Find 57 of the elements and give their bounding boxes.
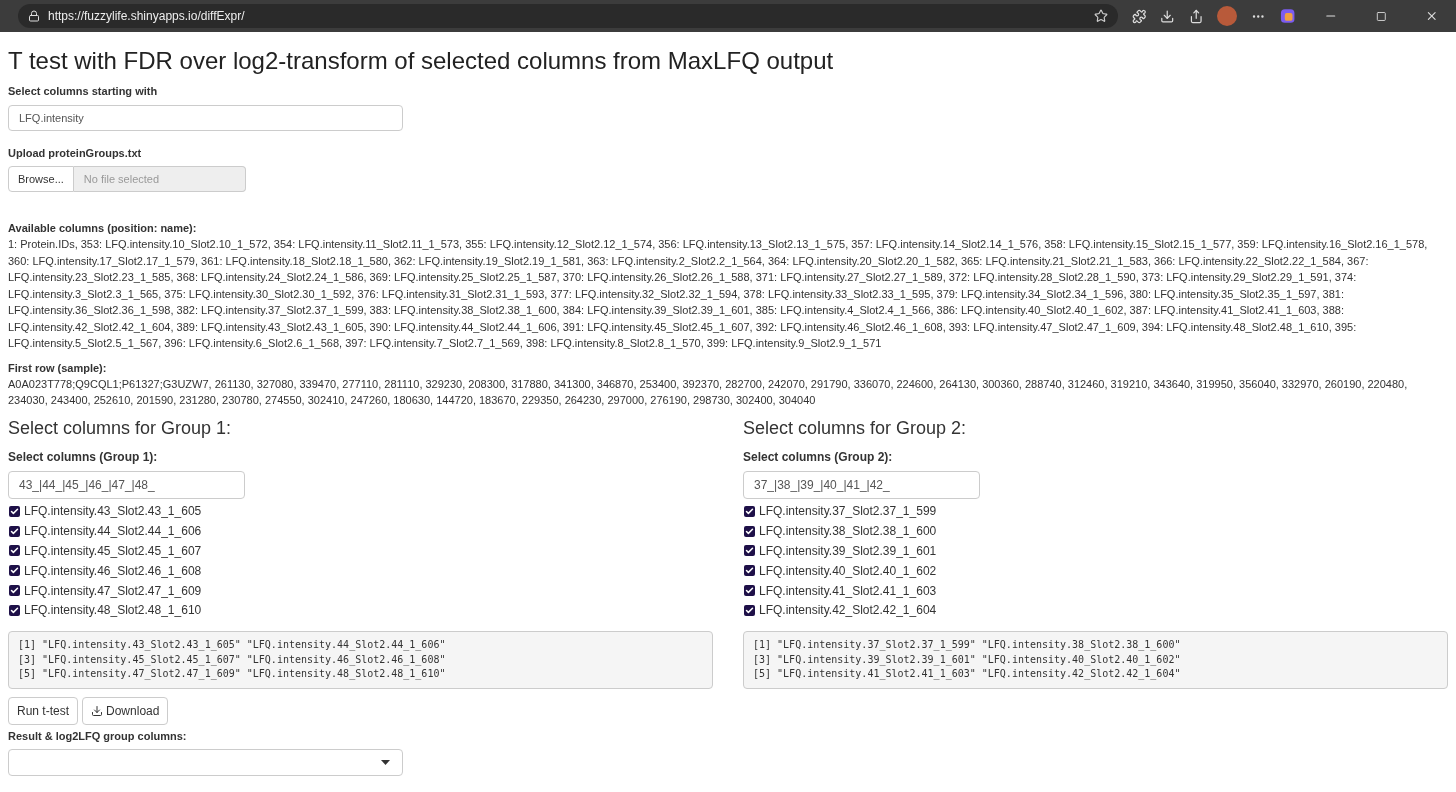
assistant-icon[interactable]	[1279, 7, 1297, 25]
checkbox-label[interactable]: LFQ.intensity.48_Slot2.48_1_610	[24, 601, 202, 620]
pattern-field[interactable]: 43_|44_|45_|46_|47_|48_	[8, 470, 245, 499]
field-label: Select columns (Group 1):	[8, 448, 159, 466]
checkbox-label[interactable]: LFQ.intensity.42_Slot2.42_1_604	[759, 601, 937, 620]
prefix-field[interactable]: LFQ.intensity	[8, 104, 403, 131]
checkbox[interactable]	[9, 585, 20, 597]
checkbox[interactable]	[744, 505, 755, 517]
checkbox[interactable]	[744, 545, 755, 557]
lock-icon	[28, 10, 40, 22]
run-button[interactable]: Run t-test	[8, 696, 79, 725]
checkbox[interactable]	[9, 545, 20, 557]
extensions-icon[interactable]	[1131, 8, 1147, 24]
first-row-text: A0A023T778;Q9CQL1;P61327;G3UZW7, 261130, 327080, 339470, 277110, 281110, 329230, 208300, 317880, 341300, 346870, 253400, 392370, 282700, 242070, 291790, 336070, 224600, 264130, 300360, 288740, 312460, 319210, 343640, 319950, 356040, 332970, 260190, 220480, 234030, 243400, 252610, 201590, 231280, 230780, 274550, 302410, 247260, 180630, 144720, 183670, 229350, 264230, 297000, 276190, 298730, 302400, 304040	[8, 376, 1409, 408]
checkbox-label[interactable]: LFQ.intensity.41_Slot2.41_1_603	[759, 581, 937, 600]
section-heading: Available columns (position: name):	[8, 221, 198, 236]
download-icon	[91, 704, 104, 717]
section-heading: First row (sample):	[8, 360, 108, 376]
checkbox-label[interactable]: LFQ.intensity.44_Slot2.44_1_606	[24, 522, 202, 541]
page-title: T test with FDR over log2-transform of selected columns from MaxLFQ output	[8, 47, 835, 75]
favorite-icon[interactable]	[1093, 9, 1108, 23]
selected-columns-output: [1] "LFQ.intensity.37_Slot2.37_1_599" "LFQ.intensity.38_Slot2.38_1_600" [3] "LFQ.intensity.39_Slot2.39_1_601" "LFQ.intensity.40_Slot2.40_1_602" [5] "LFQ.intensity.41_Slot2.41_1_603" "LFQ.intensity.42_Slot2.42_1_604"	[743, 631, 1448, 689]
checkbox-label[interactable]: LFQ.intensity.40_Slot2.40_1_602	[759, 561, 937, 580]
checkbox-label[interactable]: LFQ.intensity.38_Slot2.38_1_600	[759, 522, 937, 541]
checkbox[interactable]	[9, 525, 20, 537]
checkbox-label[interactable]: LFQ.intensity.37_Slot2.37_1_599	[759, 502, 937, 521]
caret-icon	[381, 760, 390, 766]
checkbox-label[interactable]: LFQ.intensity.47_Slot2.47_1_609	[24, 581, 202, 600]
download-icon[interactable]	[1160, 8, 1175, 24]
checkbox[interactable]	[744, 604, 755, 616]
file-name-field[interactable]: No file selected	[73, 166, 246, 192]
browse-button[interactable]: Browse...	[8, 166, 74, 192]
field-label: Result & log2LFQ group columns:	[8, 728, 188, 744]
checkbox-label[interactable]: LFQ.intensity.43_Slot2.43_1_605	[24, 502, 202, 521]
available-columns-text: 1: Protein.IDs, 353: LFQ.intensity.10_Slot2.10_1_572, 354: LFQ.intensity.11_Slot2.11_1_573, 355: LFQ.intensity.12_Slot2.12_1_574, 356: LFQ.intensity.13_Slot2.13_1_575, 357: LFQ.intensity.14_Slot2.14_1_576, 358: LFQ.intensity.15_Slot2.15_1_577, 359: LFQ.intensity.16_Slot2.16_1_578, 360: LFQ.intensity.17_Slot2.17_1_579, 361: LFQ.intensity.18_Slot2.18_1_580, 362: LFQ.intensity.19_Slot2.19_1_581, 363: LFQ.intensity.2_Slot2.2_1_564, 364: LFQ.intensity.20_Slot2.20_1_582, 365: LFQ.intensity.21_Slot2.21_1_583, 366: LFQ.intensity.22_Slot2.22_1_584, 367: LFQ.intensity.23_Slot2.23_1_585, 368: LFQ.intensity.24_Slot2.24_1_586, 369: LFQ.intensity.25_Slot2.25_1_587, 370: LFQ.intensity.26_Slot2.26_1_588, 371: LFQ.intensity.27_Slot2.27_1_589, 372: LFQ.intensity.28_Slot2.28_1_590, 373: LFQ.intensity.29_Slot2.29_1_591, 374: LFQ.intensity.3_Slot2.3_1_565, 375: LFQ.intensity.30_Slot2.30_1_592, 376: LFQ.intensity.31_Slot2.31_1_593, 377: LFQ.intensity.32_Slot2.32_1_594, 378: LFQ.intensity.33_Slot2.33_1_595, 379: LFQ.intensity.34_Slot2.34_1_596, 380: LFQ.intensity.35_Slot2.35_1_597, 381: LFQ.intensity.36_Slot2.36_1_598, 382: LFQ.intensity.37_Slot2.37_1_599, 383: LFQ.intensity.38_Slot2.38_1_600, 384: LFQ.intensity.39_Slot2.39_1_601, 385: LFQ.intensity.4_Slot2.4_1_566, 386: LFQ.intensity.40_Slot2.40_1_602, 387: LFQ.intensity.41_Slot2.41_1_603, 388: LFQ.intensity.42_Slot2.42_1_604, 389: LFQ.intensity.43_Slot2.43_1_605, 390: LFQ.intensity.44_Slot2.44_1_606, 391: LFQ.intensity.45_Slot2.45_1_607, 392: LFQ.intensity.46_Slot2.46_1_608, 393: LFQ.intensity.47_Slot2.47_1_609, 394: LFQ.intensity.48_Slot2.48_1_610, 395: LFQ.intensity.5_Slot2.5_1_567, 396: LFQ.intensity.6_Slot2.6_1_568, 397: LFQ.intensity.7_Slot2.7_1_569, 398: LFQ.intensity.8_Slot2.8_1_570, 399: LFQ.intensity.9_Slot2.9_1_571	[8, 237, 1429, 351]
field-label: Upload proteinGroups.txt	[8, 145, 143, 161]
url-text: https://fuzzylife.shinyapps.io/diffExpr/	[48, 8, 245, 25]
checkbox[interactable]	[744, 565, 755, 577]
checkbox-label[interactable]: LFQ.intensity.46_Slot2.46_1_608	[24, 561, 202, 580]
checkbox[interactable]	[744, 585, 755, 597]
group-heading: Select columns for Group 1:	[8, 416, 233, 439]
field-label: Select columns starting with	[8, 84, 159, 99]
address-bar[interactable]: https://fuzzylife.shinyapps.io/diffExpr/	[18, 4, 1118, 28]
field-label: Select columns (Group 2):	[743, 448, 894, 466]
selected-columns-output: [1] "LFQ.intensity.43_Slot2.43_1_605" "LFQ.intensity.44_Slot2.44_1_606" [3] "LFQ.intensity.45_Slot2.45_1_607" "LFQ.intensity.46_Slot2.46_1_608" [5] "LFQ.intensity.47_Slot2.47_1_609" "LFQ.intensity.48_Slot2.48_1_610"	[8, 631, 713, 689]
checkbox-label[interactable]: LFQ.intensity.39_Slot2.39_1_601	[759, 542, 937, 560]
avatar-icon[interactable]	[1217, 6, 1237, 26]
checkbox[interactable]	[9, 505, 20, 517]
share-icon[interactable]	[1188, 8, 1204, 24]
checkbox[interactable]	[9, 604, 20, 616]
maximize-icon[interactable]	[1375, 10, 1387, 22]
checkbox[interactable]	[9, 565, 20, 577]
checkbox-label[interactable]: LFQ.intensity.45_Slot2.45_1_607	[24, 542, 202, 560]
pattern-field[interactable]: 37_|38_|39_|40_|41_|42_	[743, 470, 980, 499]
group-heading: Select columns for Group 2:	[743, 416, 968, 439]
checkbox[interactable]	[744, 525, 755, 537]
download-button[interactable]: Download	[82, 696, 169, 725]
